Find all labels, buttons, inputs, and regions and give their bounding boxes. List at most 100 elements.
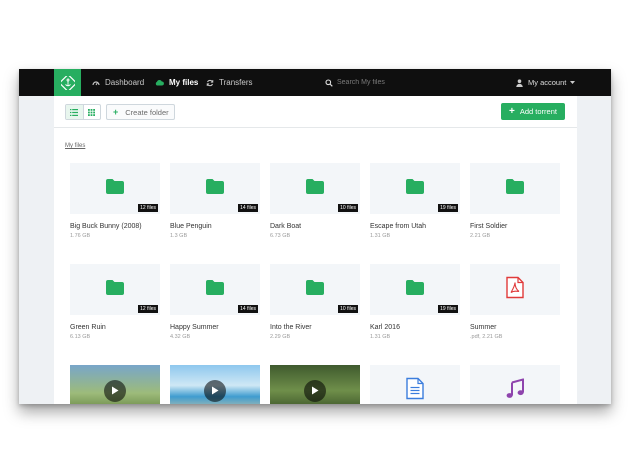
folder-icon [406, 279, 424, 300]
view-toggle [65, 104, 101, 120]
file-tile[interactable]: First Soldier 2.21 GB [470, 163, 560, 239]
file-thumbnail[interactable] [470, 264, 560, 315]
add-torrent-button[interactable]: + Add torrent [501, 103, 565, 120]
file-count-badge: 14 files [238, 204, 258, 212]
file-name[interactable]: Karl 2016 [370, 324, 460, 331]
account-menu[interactable]: My account [516, 69, 580, 96]
anchor-logo-icon [60, 75, 75, 90]
file-count-badge: 10 files [338, 204, 358, 212]
nav-my-files-label: My files [169, 78, 199, 87]
file-thumbnail[interactable]: 12 files [70, 264, 160, 315]
file-thumbnail[interactable]: 14 files [170, 264, 260, 315]
pdf-icon [506, 276, 524, 303]
file-count-badge: 12 files [138, 204, 158, 212]
nav-transfers[interactable]: Transfers [206, 69, 253, 96]
nav-dashboard-label: Dashboard [105, 78, 145, 87]
play-icon[interactable] [304, 379, 326, 402]
grid-view-button[interactable] [82, 105, 101, 119]
file-name[interactable]: First Soldier [470, 223, 560, 230]
file-tile[interactable]: 14 files Happy Summer 4.32 GB [170, 264, 260, 340]
file-thumbnail[interactable] [70, 365, 160, 404]
file-tile[interactable]: 12 files Big Buck Bunny (2008) 1.76 GB [70, 163, 160, 239]
plus-icon: + [113, 107, 119, 117]
file-meta: 1.31 GB [370, 334, 391, 340]
file-tile[interactable]: 10 files Dark Boat 6.73 GB [270, 163, 360, 239]
folder-icon [206, 178, 224, 199]
file-tile[interactable]: 14 files Blue Penguin 1.3 GB [170, 163, 260, 239]
folder-icon [506, 178, 524, 199]
folder-icon [206, 279, 224, 300]
file-tile[interactable]: 10 files Into the River 2.29 GB [270, 264, 360, 340]
file-thumbnail[interactable] [270, 365, 360, 404]
file-tile[interactable] [170, 365, 260, 404]
folder-icon [106, 178, 124, 199]
create-folder-button[interactable]: + Create folder [106, 104, 175, 120]
file-name[interactable]: Summer [470, 324, 560, 331]
file-thumbnail[interactable]: 14 files [170, 163, 260, 214]
file-thumbnail[interactable] [470, 365, 560, 404]
file-name[interactable]: Happy Summer [170, 324, 260, 331]
file-thumbnail[interactable]: 10 files [270, 163, 360, 214]
caret-down-icon [570, 80, 576, 84]
nav-dashboard[interactable]: Dashboard [92, 69, 144, 96]
file-thumbnail[interactable]: 19 files [370, 264, 460, 315]
file-name[interactable]: Escape from Utah [370, 223, 460, 230]
cloud-icon [155, 80, 164, 86]
nav-transfers-label: Transfers [219, 78, 253, 87]
file-count-badge: 19 files [438, 204, 458, 212]
account-label: My account [528, 78, 567, 87]
file-tile[interactable] [270, 365, 360, 404]
grid-icon [88, 108, 96, 116]
file-meta: 6.13 GB [70, 334, 91, 340]
file-count-badge: 10 files [338, 305, 358, 313]
file-name[interactable]: Blue Penguin [170, 223, 260, 230]
file-tile[interactable]: Summer .pdf, 2.21 GB [470, 264, 560, 340]
folder-icon [106, 279, 124, 300]
file-name[interactable]: Into the River [270, 324, 360, 331]
play-icon[interactable] [104, 379, 126, 402]
breadcrumb[interactable]: My files [65, 143, 85, 149]
files-panel: + Create folder + Add torrent My files 1… [54, 96, 577, 404]
top-navbar: Dashboard My files Transfers Search My f… [19, 69, 611, 96]
list-view-button[interactable] [66, 105, 83, 119]
dashboard-icon [92, 80, 100, 85]
refresh-icon [206, 79, 214, 86]
file-tile[interactable]: 12 files Green Ruin 6.13 GB [70, 264, 160, 340]
file-count-badge: 14 files [238, 305, 258, 313]
search-input[interactable] [337, 79, 447, 86]
file-meta: 1.3 GB [170, 233, 188, 239]
file-tile[interactable]: 19 files Escape from Utah 1.31 GB [370, 163, 460, 239]
plus-icon: + [509, 106, 515, 117]
folder-icon [306, 178, 324, 199]
nav-my-files[interactable]: My files [155, 69, 198, 96]
play-icon[interactable] [204, 379, 226, 402]
file-meta: 2.29 GB [270, 334, 291, 340]
file-thumbnail[interactable] [370, 365, 460, 404]
file-meta: 4.32 GB [170, 334, 191, 340]
file-thumbnail[interactable] [470, 163, 560, 214]
logo[interactable] [54, 69, 81, 96]
search-icon [325, 78, 333, 87]
folder-icon [306, 279, 324, 300]
file-name[interactable]: Dark Boat [270, 223, 360, 230]
file-thumbnail[interactable]: 10 files [270, 264, 360, 315]
file-tile[interactable] [70, 365, 160, 404]
file-count-badge: 19 files [438, 305, 458, 313]
file-meta: 1.31 GB [370, 233, 391, 239]
file-count-badge: 12 files [138, 305, 158, 313]
folder-icon [406, 178, 424, 199]
file-thumbnail[interactable] [170, 365, 260, 404]
file-name[interactable]: Green Ruin [70, 324, 160, 331]
user-icon [516, 78, 523, 87]
file-thumbnail[interactable]: 19 files [370, 163, 460, 214]
file-tile[interactable] [370, 365, 460, 404]
search-box [325, 69, 447, 96]
list-icon [70, 108, 79, 116]
file-tile[interactable]: 19 files Karl 2016 1.31 GB [370, 264, 460, 340]
file-meta: 2.21 GB [470, 233, 491, 239]
file-meta: 6.73 GB [270, 233, 291, 239]
file-tile[interactable] [470, 365, 560, 404]
file-thumbnail[interactable]: 12 files [70, 163, 160, 214]
file-name[interactable]: Big Buck Bunny (2008) [70, 223, 160, 230]
file-meta: 1.76 GB [70, 233, 91, 239]
